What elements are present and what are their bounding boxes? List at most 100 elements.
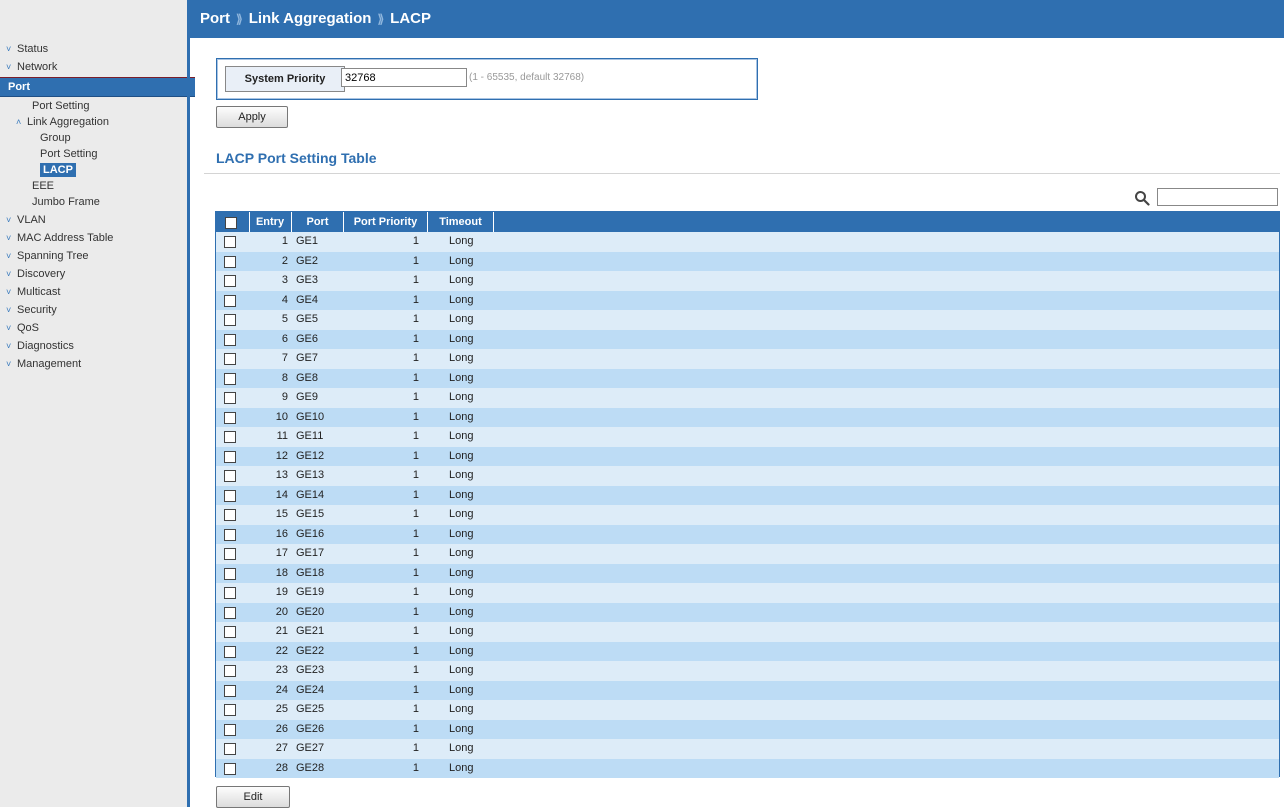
port-priority-cell: 1 [412,488,419,501]
table-row[interactable]: 16 GE16 1 Long [216,524,1279,544]
entry-cell: 24 [275,683,288,696]
search-input[interactable] [1157,188,1278,206]
table-row[interactable]: 11 GE11 1 Long [216,427,1279,447]
table-row[interactable]: 4 GE4 1 Long [216,290,1279,310]
row-checkbox[interactable] [224,314,236,326]
row-checkbox[interactable] [224,645,236,658]
timeout-cell: Long [449,547,474,559]
row-checkbox[interactable] [224,411,236,424]
timeout-cell: Long [449,449,474,462]
sidebar-item-multicast[interactable]: ˅ Multicast [0,283,193,301]
port-cell: GE2 [296,254,319,267]
row-checkbox[interactable] [224,587,236,599]
system-priority-panel: System Priority (1 - 65535, default 3276… [216,58,758,100]
entry-cell: 5 [281,313,288,325]
column-header-entry[interactable]: Entry [249,212,292,232]
table-row[interactable]: 5 GE5 1 Long [216,310,1279,330]
sidebar-item-label: MAC Address Table [17,232,114,244]
table-row[interactable]: 12 GE12 1 Long [216,446,1279,466]
sidebar-item-security[interactable]: ˅ Security [0,301,193,319]
row-checkbox[interactable] [224,489,236,502]
timeout-cell: Long [449,488,474,501]
row-checkbox[interactable] [224,762,236,775]
entry-cell: 11 [276,430,288,442]
row-checkbox[interactable] [224,470,236,482]
port-priority-cell: 1 [412,586,419,598]
sidebar-item-diagnostics[interactable]: ˅ Diagnostics [0,337,193,355]
sidebar-item-status[interactable]: ˅ Status [0,40,193,58]
table-row[interactable]: 27 GE27 1 Long [216,739,1279,759]
row-checkbox[interactable] [224,236,236,248]
port-priority-cell: 1 [412,625,419,637]
sidebar-item-port[interactable]: Port [0,77,195,97]
port-priority-cell: 1 [412,742,419,754]
sidebar-item-mac-address-table[interactable]: ˅ MAC Address Table [0,229,193,247]
row-checkbox[interactable] [224,665,236,677]
table-row[interactable]: 1 GE1 1 Long [216,232,1279,252]
row-checkbox[interactable] [224,450,236,463]
table-row[interactable]: 10 GE10 1 Long [216,407,1279,427]
search-icon[interactable] [1134,190,1150,206]
table-row[interactable]: 19 GE19 1 Long [216,583,1279,603]
port-cell: GE11 [296,430,324,442]
row-checkbox[interactable] [224,626,236,638]
port-cell: GE28 [296,761,325,774]
table-row[interactable]: 18 GE18 1 Long [216,563,1279,583]
port-cell: GE21 [296,625,325,637]
row-checkbox[interactable] [224,606,236,619]
row-checkbox[interactable] [224,353,236,365]
column-header-port-priority[interactable]: Port Priority [344,212,428,232]
sidebar-item-label: Port [8,81,30,93]
table-row[interactable]: 28 GE28 1 Long [216,758,1279,778]
table-row[interactable]: 8 GE8 1 Long [216,368,1279,388]
row-checkbox[interactable] [224,548,236,560]
sidebar-item-qos[interactable]: ˅ QoS [0,319,193,337]
table-row[interactable]: 17 GE17 1 Long [216,544,1279,564]
row-checkbox[interactable] [224,333,236,346]
edit-button[interactable]: Edit [216,786,290,808]
table-row[interactable]: 2 GE2 1 Long [216,251,1279,271]
table-row[interactable]: 21 GE21 1 Long [216,622,1279,642]
table-row[interactable]: 20 GE20 1 Long [216,602,1279,622]
table-row[interactable]: 15 GE15 1 Long [216,505,1279,525]
column-header-port[interactable]: Port [292,212,344,232]
table-title: LACP Port Setting Table [216,150,377,166]
row-checkbox[interactable] [224,567,236,580]
table-row[interactable]: 25 GE25 1 Long [216,700,1279,720]
sidebar-item-discovery[interactable]: ˅ Discovery [0,265,193,283]
sidebar-item-label: Diagnostics [17,340,74,352]
sidebar-item-vlan[interactable]: ˅ VLAN [0,211,193,229]
port-priority-cell: 1 [412,469,419,481]
table-row[interactable]: 23 GE23 1 Long [216,661,1279,681]
table-row[interactable]: 6 GE6 1 Long [216,329,1279,349]
row-checkbox[interactable] [224,294,236,307]
row-checkbox[interactable] [224,723,236,736]
table-row[interactable]: 22 GE22 1 Long [216,641,1279,661]
row-checkbox[interactable] [224,255,236,268]
row-checkbox[interactable] [224,431,236,443]
apply-button[interactable]: Apply [216,106,288,128]
table-row[interactable]: 7 GE7 1 Long [216,349,1279,369]
table-row[interactable]: 24 GE24 1 Long [216,680,1279,700]
select-all-checkbox[interactable] [225,217,237,229]
row-checkbox[interactable] [224,528,236,541]
table-row[interactable]: 14 GE14 1 Long [216,485,1279,505]
sidebar-item-spanning-tree[interactable]: ˅ Spanning Tree [0,247,193,265]
row-checkbox[interactable] [224,275,236,287]
system-priority-input[interactable] [341,68,467,87]
sidebar-item-management[interactable]: ˅ Management [0,355,193,373]
row-checkbox[interactable] [224,704,236,716]
sidebar-divider [187,0,190,807]
port-cell: GE16 [296,527,325,540]
row-checkbox[interactable] [224,392,236,404]
row-checkbox[interactable] [224,509,236,521]
row-checkbox[interactable] [224,743,236,755]
sidebar-item-network[interactable]: ˅ Network [0,58,193,76]
column-header-timeout[interactable]: Timeout [428,212,494,232]
row-checkbox[interactable] [224,372,236,385]
table-row[interactable]: 26 GE26 1 Long [216,719,1279,739]
table-row[interactable]: 9 GE9 1 Long [216,388,1279,408]
table-row[interactable]: 13 GE13 1 Long [216,466,1279,486]
row-checkbox[interactable] [224,684,236,697]
table-row[interactable]: 3 GE3 1 Long [216,271,1279,291]
